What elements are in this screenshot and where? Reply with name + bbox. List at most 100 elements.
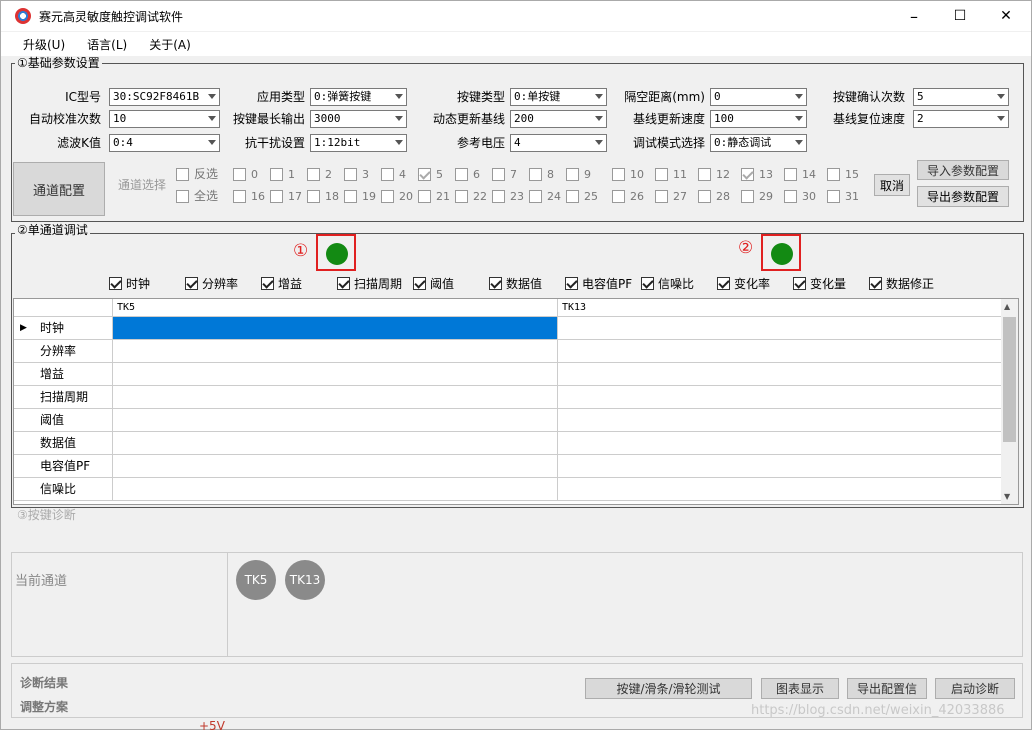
grid-cell[interactable]: [113, 386, 558, 409]
channel-checkbox-21[interactable]: [418, 190, 431, 203]
channel-checkbox-26[interactable]: [612, 190, 625, 203]
row-header[interactable]: 电容值PF: [14, 455, 113, 478]
view-checkbox[interactable]: [717, 277, 730, 290]
row-header[interactable]: 数据值: [14, 432, 113, 455]
channel-checkbox-8[interactable]: [529, 168, 542, 181]
chevron-down-icon[interactable]: [997, 116, 1005, 121]
param-select[interactable]: 0:4: [109, 134, 220, 152]
param-select[interactable]: 100: [710, 110, 807, 128]
row-header[interactable]: 时钟: [14, 317, 113, 340]
export-config-button[interactable]: 导出参数配置: [917, 186, 1009, 207]
channel-checkbox-9[interactable]: [566, 168, 579, 181]
view-checkbox[interactable]: [261, 277, 274, 290]
param-select[interactable]: 1:12bit: [310, 134, 407, 152]
row-header[interactable]: 信噪比: [14, 478, 113, 501]
channel-checkbox-25[interactable]: [566, 190, 579, 203]
param-select[interactable]: 30:SC92F8461B: [109, 88, 220, 106]
scroll-down-icon[interactable]: ▼: [1004, 492, 1010, 501]
select-all-checkbox[interactable]: [176, 190, 189, 203]
row-header[interactable]: 阈值: [14, 409, 113, 432]
channel-chip-tk5[interactable]: TK5: [236, 560, 276, 600]
row-header[interactable]: 增益: [14, 363, 113, 386]
view-checkbox[interactable]: [185, 277, 198, 290]
column-header-tk13[interactable]: TK13: [558, 299, 1003, 317]
channel-checkbox-5[interactable]: [418, 168, 431, 181]
channel-checkbox-2[interactable]: [307, 168, 320, 181]
view-checkbox[interactable]: [337, 277, 350, 290]
grid-cell[interactable]: [113, 409, 558, 432]
row-header[interactable]: 扫描周期: [14, 386, 113, 409]
chevron-down-icon[interactable]: [795, 140, 803, 145]
chevron-down-icon[interactable]: [795, 116, 803, 121]
chevron-down-icon[interactable]: [208, 140, 216, 145]
channel-checkbox-29[interactable]: [741, 190, 754, 203]
channel-checkbox-24[interactable]: [529, 190, 542, 203]
grid-cell[interactable]: [558, 386, 1003, 409]
param-select[interactable]: 3000: [310, 110, 407, 128]
channel-checkbox-0[interactable]: [233, 168, 246, 181]
menu-language[interactable]: 语言(L): [87, 36, 127, 53]
channel-checkbox-3[interactable]: [344, 168, 357, 181]
chevron-down-icon[interactable]: [208, 116, 216, 121]
chevron-down-icon[interactable]: [395, 94, 403, 99]
close-button[interactable]: ✕: [983, 1, 1029, 31]
param-select[interactable]: 200: [510, 110, 607, 128]
channel-checkbox-4[interactable]: [381, 168, 394, 181]
channel-checkbox-13[interactable]: [741, 168, 754, 181]
grid-scrollbar[interactable]: ▲ ▼: [1001, 299, 1018, 504]
channel-checkbox-18[interactable]: [307, 190, 320, 203]
channel-checkbox-23[interactable]: [492, 190, 505, 203]
channel-config-button[interactable]: 通道配置: [13, 162, 105, 216]
menu-about[interactable]: 关于(A): [149, 36, 191, 53]
start-diagnosis-button[interactable]: 启动诊断: [935, 678, 1015, 699]
grid-cell[interactable]: [558, 478, 1003, 501]
invert-checkbox[interactable]: [176, 168, 189, 181]
chevron-down-icon[interactable]: [208, 94, 216, 99]
channel-checkbox-10[interactable]: [612, 168, 625, 181]
channel-checkbox-28[interactable]: [698, 190, 711, 203]
export-config-info-button[interactable]: 导出配置信: [847, 678, 927, 699]
chevron-down-icon[interactable]: [795, 94, 803, 99]
view-checkbox[interactable]: [869, 277, 882, 290]
view-checkbox[interactable]: [489, 277, 502, 290]
view-checkbox[interactable]: [793, 277, 806, 290]
channel-checkbox-30[interactable]: [784, 190, 797, 203]
chevron-down-icon[interactable]: [595, 116, 603, 121]
minimize-button[interactable]: –: [891, 1, 937, 31]
view-checkbox[interactable]: [565, 277, 578, 290]
row-header[interactable]: 分辨率: [14, 340, 113, 363]
grid-cell[interactable]: [113, 432, 558, 455]
scroll-thumb[interactable]: [1003, 317, 1016, 442]
param-select[interactable]: 4: [510, 134, 607, 152]
chart-display-button[interactable]: 图表显示: [761, 678, 839, 699]
maximize-button[interactable]: ☐: [937, 1, 983, 31]
channel-checkbox-12[interactable]: [698, 168, 711, 181]
column-header-tk5[interactable]: TK5: [113, 299, 558, 317]
chevron-down-icon[interactable]: [395, 116, 403, 121]
view-checkbox[interactable]: [413, 277, 426, 290]
channel-checkbox-16[interactable]: [233, 190, 246, 203]
channel-chip-tk13[interactable]: TK13: [285, 560, 325, 600]
grid-cell[interactable]: [558, 432, 1003, 455]
param-select[interactable]: 0:弹簧按键: [310, 88, 407, 106]
param-select[interactable]: 5: [913, 88, 1009, 106]
chevron-down-icon[interactable]: [595, 140, 603, 145]
param-select[interactable]: 0: [710, 88, 807, 106]
channel-checkbox-17[interactable]: [270, 190, 283, 203]
grid-cell[interactable]: [113, 478, 558, 501]
import-config-button[interactable]: 导入参数配置: [917, 160, 1009, 180]
channel-checkbox-22[interactable]: [455, 190, 468, 203]
param-select[interactable]: 0:静态调试: [710, 134, 807, 152]
grid-cell[interactable]: [113, 455, 558, 478]
chevron-down-icon[interactable]: [997, 94, 1005, 99]
channel-checkbox-6[interactable]: [455, 168, 468, 181]
key-slider-wheel-test-button[interactable]: 按键/滑条/滑轮测试: [585, 678, 752, 699]
view-checkbox[interactable]: [641, 277, 654, 290]
view-checkbox[interactable]: [109, 277, 122, 290]
channel-checkbox-11[interactable]: [655, 168, 668, 181]
menu-upgrade[interactable]: 升级(U): [23, 36, 65, 53]
param-select[interactable]: 10: [109, 110, 220, 128]
channel-checkbox-27[interactable]: [655, 190, 668, 203]
grid-cell[interactable]: [558, 363, 1003, 386]
channel-checkbox-20[interactable]: [381, 190, 394, 203]
